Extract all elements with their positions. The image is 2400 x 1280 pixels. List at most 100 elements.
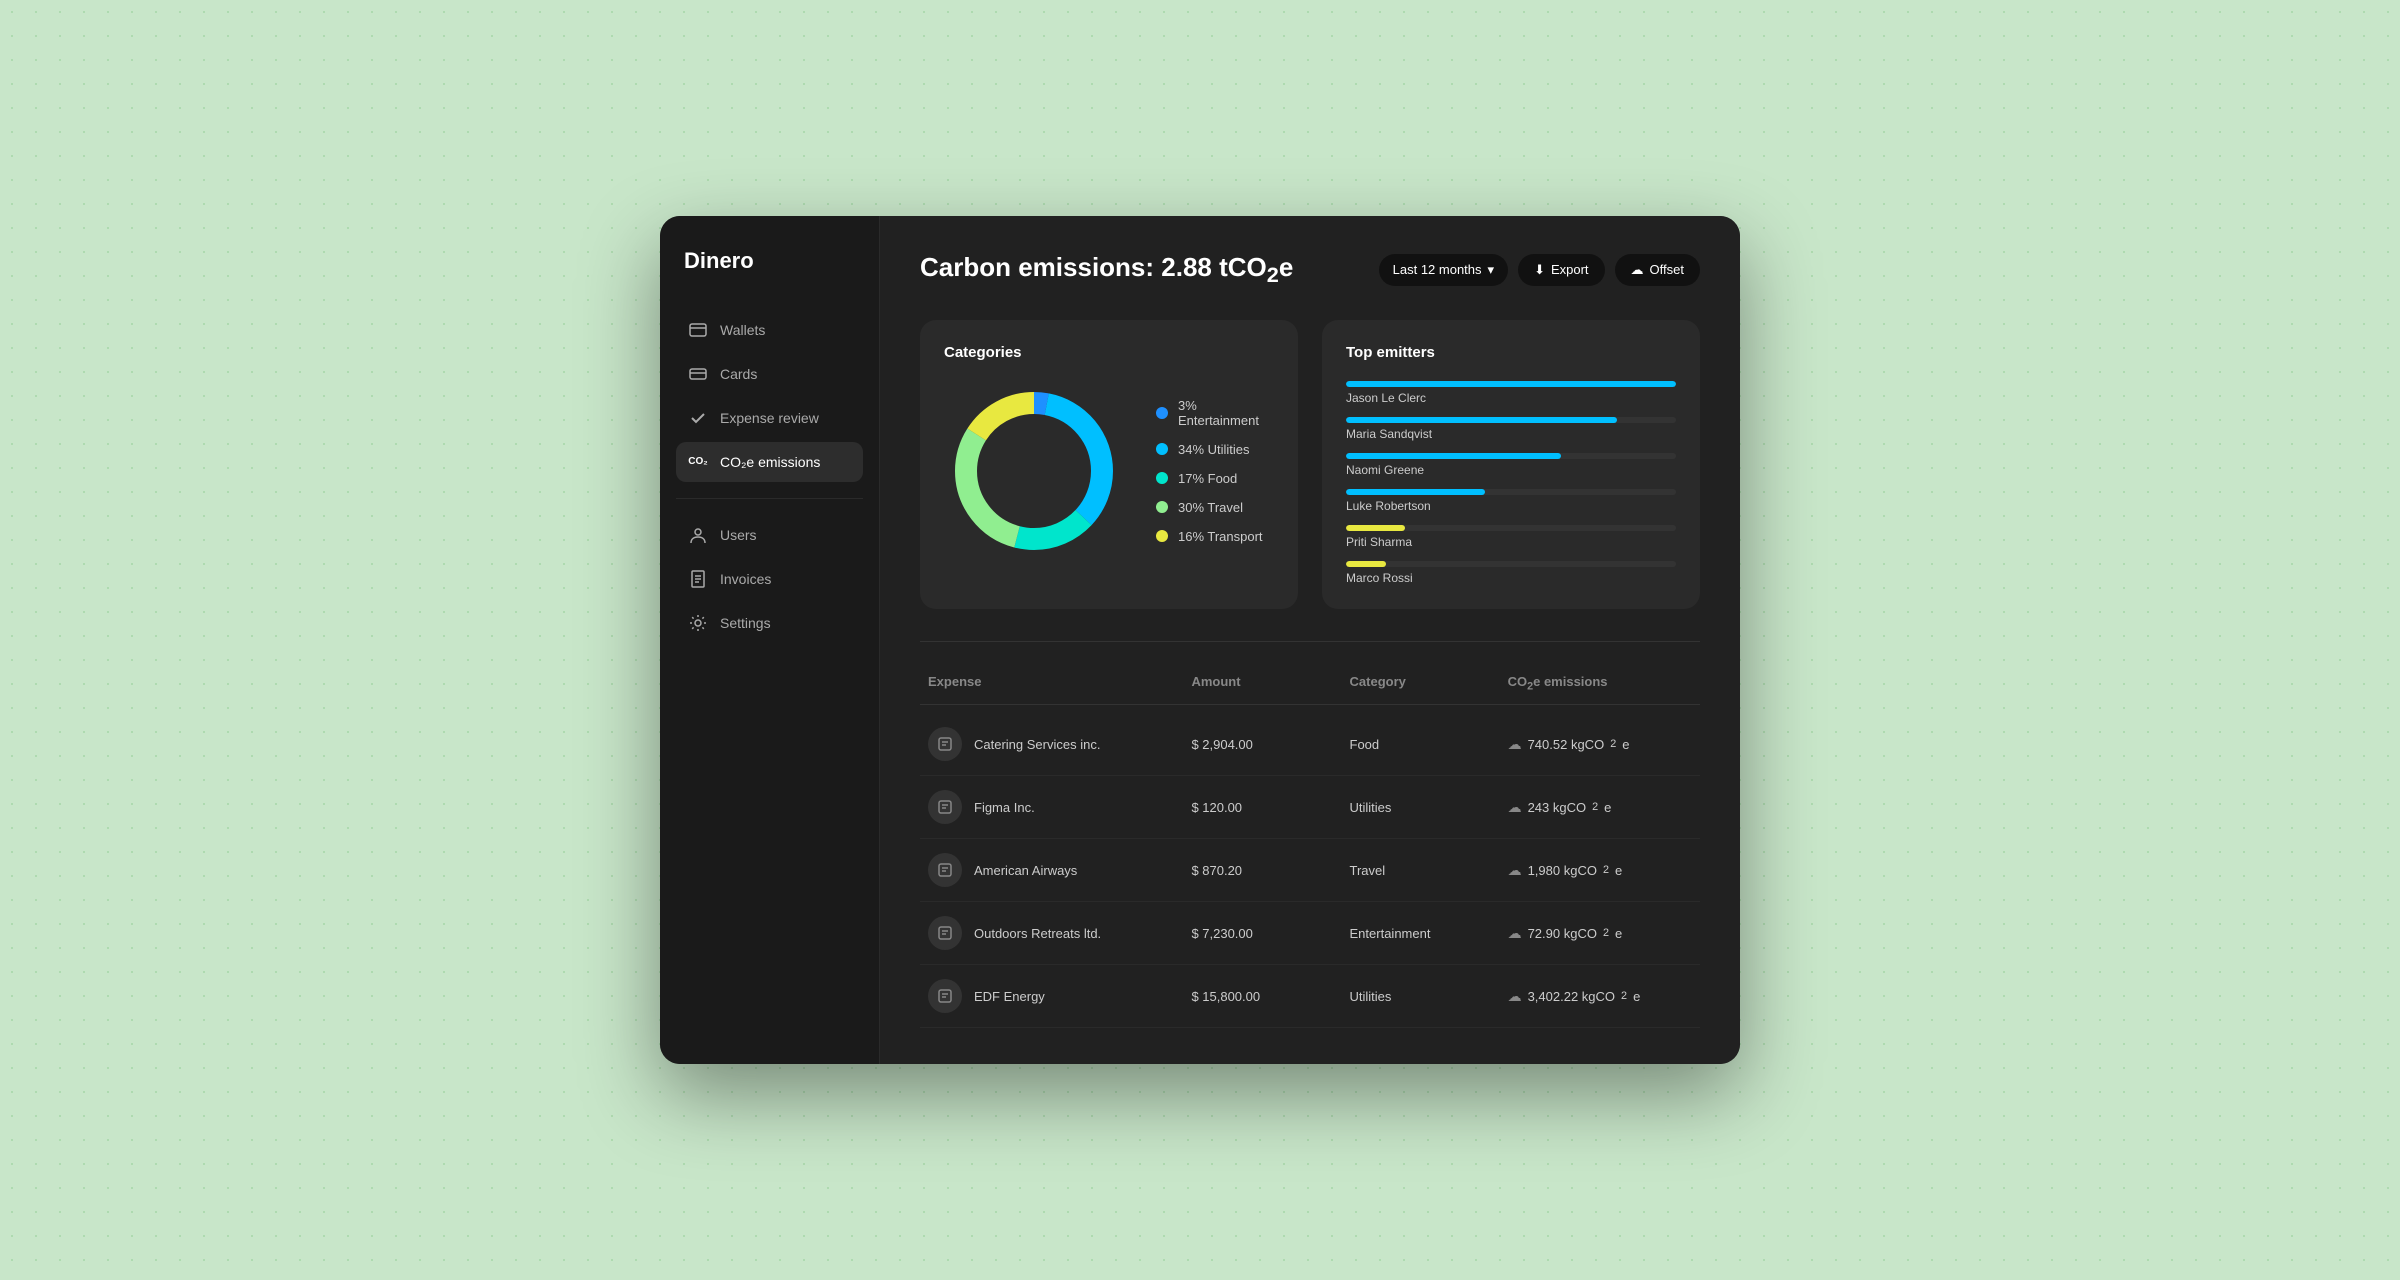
legend-item-food: 17% Food: [1156, 471, 1274, 486]
categories-card: Categories: [920, 320, 1298, 609]
legend-dot-food: [1156, 472, 1168, 484]
emitter-bar-naomi: [1346, 453, 1561, 459]
expense-name: EDF Energy: [974, 989, 1045, 1004]
table-header: Expense Amount Category CO2e emissions: [920, 674, 1700, 706]
sidebar-item-invoices[interactable]: Invoices: [676, 559, 863, 599]
legend-label-transport: 16% Transport: [1178, 529, 1263, 544]
expense-category: Travel: [1350, 863, 1508, 878]
emitter-name-naomi: Naomi Greene: [1346, 463, 1676, 477]
legend-dot-utilities: [1156, 443, 1168, 455]
expense-icon: [928, 979, 962, 1013]
emitter-item-priti: Priti Sharma: [1346, 525, 1676, 549]
legend-item-utilities: 34% Utilities: [1156, 442, 1274, 457]
emitters-list: Jason Le Clerc Maria Sandqvist Naomi Gre…: [1346, 381, 1676, 585]
expense-amount: $ 120.00: [1191, 800, 1349, 815]
expense-amount: $ 15,800.00: [1191, 989, 1349, 1004]
emitter-bar-track: [1346, 525, 1676, 531]
top-section: Categories: [920, 320, 1700, 609]
emitter-name-priti: Priti Sharma: [1346, 535, 1676, 549]
download-icon: ⬇: [1534, 262, 1545, 278]
co2-icon: CO₂: [688, 452, 708, 472]
legend-dot-transport: [1156, 530, 1168, 542]
table-row: Figma Inc. $ 120.00 Utilities ☁ 243 kgCO…: [920, 776, 1700, 839]
emitter-item-naomi: Naomi Greene: [1346, 453, 1676, 477]
cloud-icon: ☁: [1631, 262, 1644, 278]
emitter-bar-track: [1346, 417, 1676, 423]
cloud-upload-icon: ☁: [1508, 988, 1522, 1005]
sidebar-divider: [676, 498, 863, 499]
sidebar-item-co2[interactable]: CO₂ CO₂e emissions: [676, 442, 863, 482]
emitter-item-luke: Luke Robertson: [1346, 489, 1676, 513]
categories-content: 3% Entertainment 34% Utilities 17% Food: [944, 381, 1274, 561]
users-icon: [688, 525, 708, 545]
top-emitters-card: Top emitters Jason Le Clerc Maria Sandqv…: [1322, 320, 1700, 609]
sidebar-item-settings[interactable]: Settings: [676, 603, 863, 643]
expense-category: Food: [1350, 737, 1508, 752]
expense-amount: $ 870.20: [1191, 863, 1349, 878]
legend-item-transport: 16% Transport: [1156, 529, 1274, 544]
offset-label: Offset: [1650, 262, 1684, 277]
sidebar-label-co2: CO₂e emissions: [720, 454, 820, 470]
col-expense: Expense: [928, 674, 1191, 693]
emitter-bar-track: [1346, 489, 1676, 495]
emitter-bar-priti: [1346, 525, 1405, 531]
page-title: Carbon emissions: 2.88 tCO2e: [920, 252, 1293, 288]
cloud-upload-icon: ☁: [1508, 736, 1522, 753]
sidebar-item-cards[interactable]: Cards: [676, 354, 863, 394]
emitter-bar-track: [1346, 381, 1676, 387]
app-logo: Dinero: [676, 248, 863, 274]
emitter-name-marco: Marco Rossi: [1346, 571, 1676, 585]
expense-icon: [928, 790, 962, 824]
expense-icon: [928, 853, 962, 887]
expense-amount: $ 2,904.00: [1191, 737, 1349, 752]
expense-co2: ☁ 243 kgCO2e: [1508, 799, 1692, 816]
expense-co2: ☁ 3,402.22 kgCO2e: [1508, 988, 1692, 1005]
expense-name: American Airways: [974, 863, 1077, 878]
offset-button[interactable]: ☁ Offset: [1615, 254, 1700, 286]
period-label: Last 12 months: [1393, 262, 1482, 277]
sidebar-item-users[interactable]: Users: [676, 515, 863, 555]
legend-label-utilities: 34% Utilities: [1178, 442, 1250, 457]
emitter-item-marco: Marco Rossi: [1346, 561, 1676, 585]
sidebar-label-wallets: Wallets: [720, 322, 765, 338]
export-button[interactable]: ⬇ Export: [1518, 254, 1604, 286]
emitter-name-jason: Jason Le Clerc: [1346, 391, 1676, 405]
top-emitters-title: Top emitters: [1346, 344, 1676, 361]
categories-title: Categories: [944, 344, 1274, 361]
table-row: American Airways $ 870.20 Travel ☁ 1,980…: [920, 839, 1700, 902]
sidebar-item-wallets[interactable]: Wallets: [676, 310, 863, 350]
cloud-upload-icon: ☁: [1508, 925, 1522, 942]
sidebar-label-settings: Settings: [720, 615, 771, 631]
expense-category: Utilities: [1350, 989, 1508, 1004]
emitter-name-maria: Maria Sandqvist: [1346, 427, 1676, 441]
cloud-upload-icon: ☁: [1508, 862, 1522, 879]
invoices-icon: [688, 569, 708, 589]
app-window: Dinero Wallets Cards: [660, 216, 1740, 1065]
expense-name-cell: Outdoors Retreats ltd.: [928, 916, 1191, 950]
wallets-icon: [688, 320, 708, 340]
expense-name: Catering Services inc.: [974, 737, 1100, 752]
expense-name: Figma Inc.: [974, 800, 1035, 815]
table-row: Outdoors Retreats ltd. $ 7,230.00 Entert…: [920, 902, 1700, 965]
emitter-bar-luke: [1346, 489, 1485, 495]
page-header: Carbon emissions: 2.88 tCO2e Last 12 mon…: [920, 252, 1700, 288]
cloud-upload-icon: ☁: [1508, 799, 1522, 816]
period-button[interactable]: Last 12 months ▾: [1379, 254, 1508, 286]
main-content: Carbon emissions: 2.88 tCO2e Last 12 mon…: [880, 216, 1740, 1065]
emitter-item-jason: Jason Le Clerc: [1346, 381, 1676, 405]
table-row: EDF Energy $ 15,800.00 Utilities ☁ 3,402…: [920, 965, 1700, 1028]
emitter-bar-jason: [1346, 381, 1676, 387]
sidebar-item-expense-review[interactable]: Expense review: [676, 398, 863, 438]
expense-co2: ☁ 740.52 kgCO2e: [1508, 736, 1692, 753]
legend-item-travel: 30% Travel: [1156, 500, 1274, 515]
expense-amount: $ 7,230.00: [1191, 926, 1349, 941]
section-divider: [920, 641, 1700, 642]
sidebar-label-invoices: Invoices: [720, 571, 771, 587]
expense-category: Utilities: [1350, 800, 1508, 815]
expense-co2: ☁ 1,980 kgCO2e: [1508, 862, 1692, 879]
expense-co2: ☁ 72.90 kgCO2e: [1508, 925, 1692, 942]
export-label: Export: [1551, 262, 1589, 277]
expense-name-cell: Figma Inc.: [928, 790, 1191, 824]
legend-label-travel: 30% Travel: [1178, 500, 1243, 515]
emitter-item-maria: Maria Sandqvist: [1346, 417, 1676, 441]
